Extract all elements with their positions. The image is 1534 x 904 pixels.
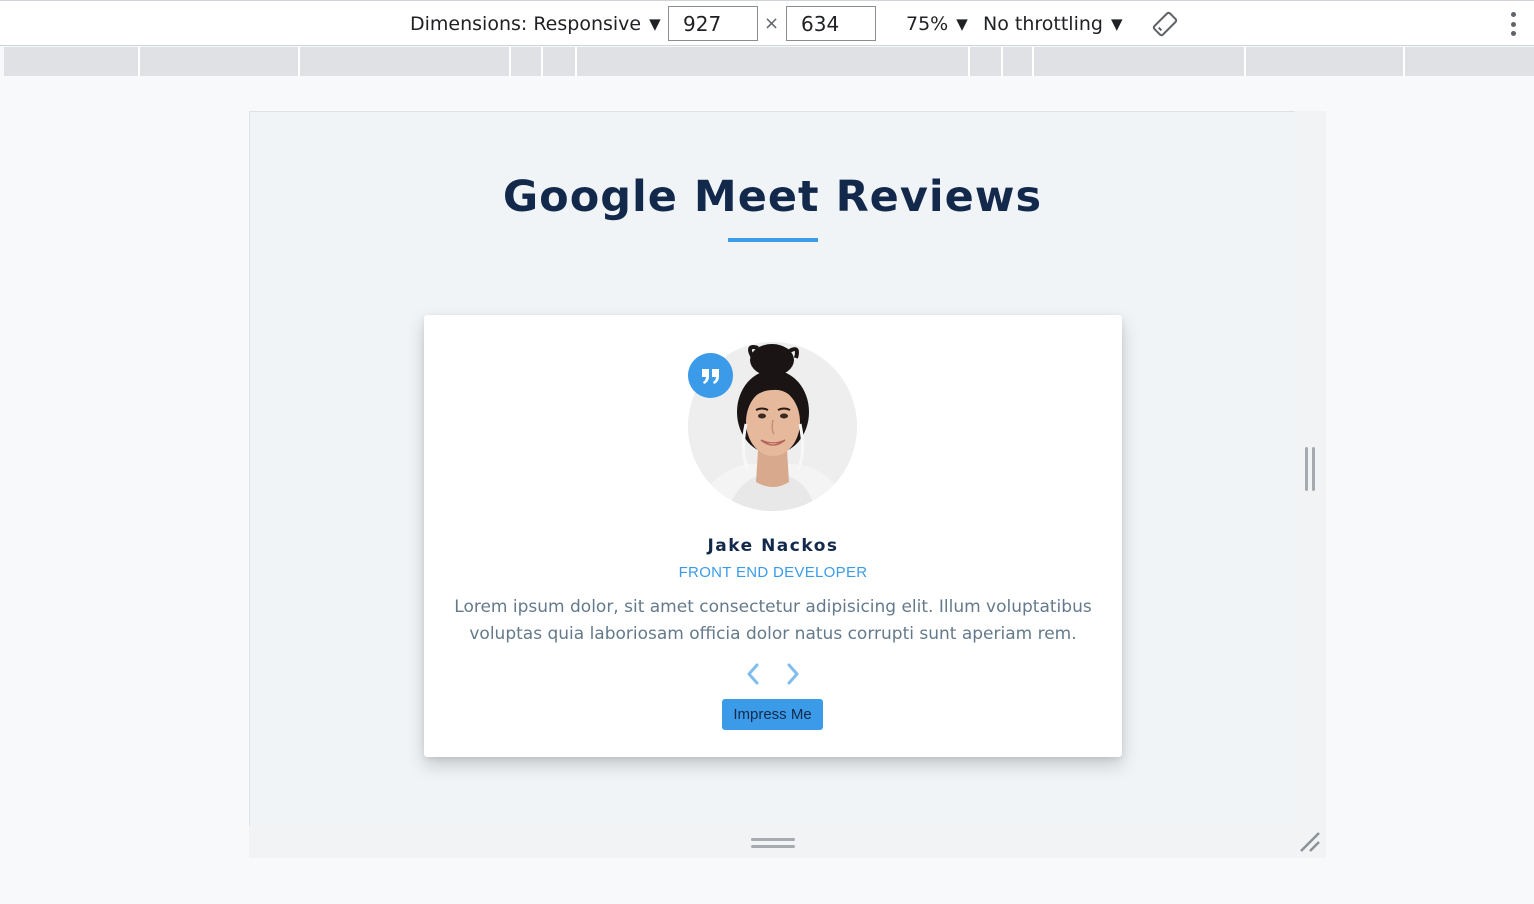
times-symbol: ×: [764, 13, 780, 34]
impress-me-button[interactable]: Impress Me: [722, 699, 823, 730]
quote-icon: [688, 353, 733, 398]
dimensions-dropdown[interactable]: Dimensions: Responsive ▼: [410, 1, 661, 47]
title-underline: [728, 238, 818, 242]
prev-button[interactable]: [742, 662, 764, 686]
chevron-left-icon: [747, 663, 759, 685]
rotate-icon[interactable]: [1152, 11, 1178, 37]
grip-icon: [1305, 447, 1315, 491]
width-input[interactable]: 927: [668, 6, 758, 41]
dimensions-label: Dimensions: Responsive: [410, 13, 642, 35]
resize-handle-right[interactable]: [1295, 111, 1326, 826]
grip-icon: [751, 838, 795, 848]
devtools-device-toolbar: Dimensions: Responsive ▼ 927 × 634 75% ▼…: [0, 0, 1534, 46]
zoom-dropdown[interactable]: 75% ▼: [906, 1, 968, 47]
reviewer-name: Jake Nackos: [707, 536, 839, 556]
height-input[interactable]: 634: [786, 6, 876, 41]
page-title: Google Meet Reviews: [502, 172, 1043, 222]
review-card: Jake Nackos FRONT END DEVELOPER Lorem ip…: [424, 315, 1122, 757]
chevron-right-icon: [787, 663, 799, 685]
media-query-bar[interactable]: [4, 47, 1534, 76]
next-button[interactable]: [782, 662, 804, 686]
resize-corner-icon[interactable]: [1297, 829, 1323, 855]
review-text: Lorem ipsum dolor, sit amet consectetur …: [454, 597, 1092, 644]
caret-down-icon: ▼: [649, 15, 661, 33]
caret-down-icon: ▼: [956, 15, 968, 33]
caret-down-icon: ▼: [1110, 15, 1123, 33]
resize-handle-bottom[interactable]: [249, 826, 1326, 858]
more-vert-icon[interactable]: [1506, 12, 1520, 36]
throttling-dropdown[interactable]: No throttling ▼: [983, 1, 1123, 47]
reviewer-job: FRONT END DEVELOPER: [678, 564, 868, 581]
zoom-label: 75%: [906, 13, 949, 35]
throttling-label: No throttling: [983, 13, 1103, 35]
